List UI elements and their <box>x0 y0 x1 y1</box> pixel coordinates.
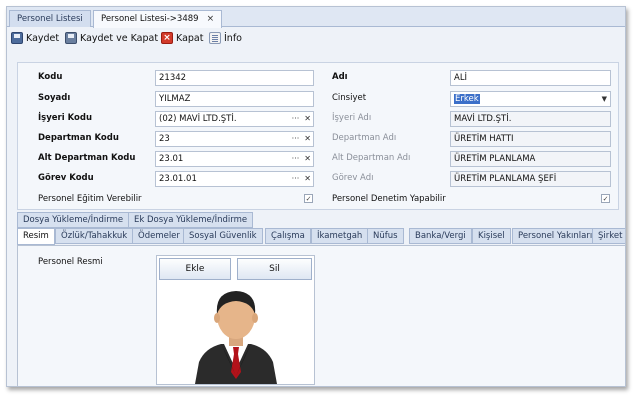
isyeri-kodu-field[interactable]: (02) MAVİ LTD.ŞTİ. ··· ✕ <box>155 111 314 127</box>
clear-x-icon[interactable]: ✕ <box>304 134 311 143</box>
kodu-label: Kodu <box>38 72 63 82</box>
alt-departman-adi-label: Alt Departman Adı <box>332 153 411 163</box>
close-button[interactable]: × Kapat <box>161 30 203 46</box>
add-photo-button[interactable]: Ekle <box>159 258 231 280</box>
doc-tab-personel-detail[interactable]: Personel Listesi->3489 × <box>93 10 223 28</box>
adi-value: ALİ <box>454 73 468 83</box>
gorev-adi-label: Görev Adı <box>332 173 374 183</box>
lookup-ellipsis-icon[interactable]: ··· <box>292 134 300 143</box>
info-button[interactable]: İnfo <box>209 30 242 46</box>
alt-departman-adi-field: ÜRETİM PLANLAMA <box>450 151 611 167</box>
cinsiyet-label: Cinsiyet <box>332 93 367 103</box>
personel-resmi-label: Personel Resmi <box>38 257 103 267</box>
lookup-ellipsis-icon[interactable]: ··· <box>292 174 300 183</box>
isyeri-adi-value: MAVİ LTD.ŞTİ. <box>454 114 512 124</box>
save-close-label: Kaydet ve Kapat <box>80 32 159 44</box>
departman-kodu-field[interactable]: 23 ··· ✕ <box>155 131 314 147</box>
tab-kisisel[interactable]: Kişisel <box>472 228 511 244</box>
egitim-verebilir-checkbox[interactable]: ✓ <box>304 194 313 203</box>
cinsiyet-select[interactable]: Erkek ▼ <box>450 91 611 107</box>
adi-label: Adı <box>332 72 348 82</box>
gorev-adi-value: ÜRETİM PLANLAMA ŞEFİ <box>454 174 557 184</box>
tab-nufus[interactable]: Nüfus <box>367 228 404 244</box>
alt-departman-kodu-label: Alt Departman Kodu <box>38 153 136 163</box>
save-and-close-button[interactable]: Kaydet ve Kapat <box>65 30 158 46</box>
document-info-icon <box>209 32 221 44</box>
gorev-kodu-value: 23.01.01 <box>159 174 197 184</box>
isyeri-kodu-label: İşyeri Kodu <box>38 113 93 123</box>
departman-kodu-label: Departman Kodu <box>38 133 119 143</box>
tab-odemeler[interactable]: Ödemeler <box>132 228 186 244</box>
save-close-icon <box>65 32 77 44</box>
tab-banka-vergi[interactable]: Banka/Vergi <box>409 228 472 244</box>
gorev-kodu-field[interactable]: 23.01.01 ··· ✕ <box>155 171 314 187</box>
close-label: Kapat <box>176 32 204 44</box>
chevron-down-icon[interactable]: ▼ <box>602 92 607 106</box>
isyeri-kodu-value: (02) MAVİ LTD.ŞTİ. <box>159 114 237 124</box>
doc-tab-label: Personel Listesi->3489 <box>101 14 199 24</box>
tab-ek-dosya-yukleme[interactable]: Ek Dosya Yükleme/İndirme <box>128 212 254 228</box>
isyeri-adi-label: İşyeri Adı <box>332 113 372 123</box>
alt-departman-adi-value: ÜRETİM PLANLAMA <box>454 154 536 164</box>
clear-x-icon[interactable]: ✕ <box>304 114 311 123</box>
egitim-verebilir-label: Personel Eğitim Verebilir <box>38 194 142 204</box>
doc-tab-label: Personel Listesi <box>17 14 83 24</box>
document-tabs: Personel Listesi Personel Listesi->3489 × <box>7 7 625 28</box>
departman-adi-field: ÜRETİM HATTI <box>450 131 611 147</box>
soyadi-label: Soyadı <box>38 93 71 103</box>
soyadi-field[interactable]: YILMAZ <box>155 91 314 107</box>
save-button[interactable]: Kaydet <box>11 30 59 46</box>
tab-sirket[interactable]: Şirket <box>592 228 625 244</box>
gorev-adi-field: ÜRETİM PLANLAMA ŞEFİ <box>450 171 611 187</box>
clear-x-icon[interactable]: ✕ <box>304 174 311 183</box>
tab-ikametgah[interactable]: İkametgah <box>311 228 369 244</box>
close-red-icon: × <box>161 32 173 44</box>
cinsiyet-value: Erkek <box>454 94 480 104</box>
info-label: İnfo <box>224 32 242 44</box>
isyeri-adi-field: MAVİ LTD.ŞTİ. <box>450 111 611 127</box>
denetim-yapabilir-checkbox[interactable]: ✓ <box>601 194 610 203</box>
tab-calisma[interactable]: Çalışma <box>265 228 311 244</box>
doc-tab-personel-listesi[interactable]: Personel Listesi <box>9 10 91 27</box>
photo-panel: Ekle Sil <box>156 255 315 385</box>
tab-personel-yakinlari[interactable]: Personel Yakınları <box>512 228 599 244</box>
floppy-disk-icon <box>11 32 23 44</box>
clear-x-icon[interactable]: ✕ <box>304 154 311 163</box>
resim-tab-content: Personel Resmi Ekle Sil <box>17 245 625 386</box>
toolbar: Kaydet Kaydet ve Kapat × Kapat İnfo <box>7 28 625 48</box>
tab-resim[interactable]: Resim <box>17 228 55 245</box>
departman-kodu-value: 23 <box>159 134 170 144</box>
denetim-yapabilir-label: Personel Denetim Yapabilir <box>332 194 446 204</box>
close-tab-icon[interactable]: × <box>207 14 215 24</box>
person-avatar-icon <box>195 291 277 384</box>
adi-field[interactable]: ALİ <box>450 70 611 86</box>
delete-photo-button[interactable]: Sil <box>237 258 312 280</box>
gorev-kodu-label: Görev Kodu <box>38 173 94 183</box>
personnel-form: Kodu 21342 Adı ALİ Soyadı YILMAZ Cinsiye… <box>17 62 619 210</box>
lookup-ellipsis-icon[interactable]: ··· <box>292 114 300 123</box>
departman-adi-label: Departman Adı <box>332 133 397 143</box>
tab-dosya-yukleme[interactable]: Dosya Yükleme/İndirme <box>17 212 130 228</box>
save-label: Kaydet <box>26 32 60 44</box>
tab-sosyal-guvenlik[interactable]: Sosyal Güvenlik <box>183 228 263 244</box>
tab-ozluk-tahakkuk[interactable]: Özlük/Tahakkuk <box>55 228 134 244</box>
kodu-field[interactable]: 21342 <box>155 70 314 86</box>
alt-departman-kodu-field[interactable]: 23.01 ··· ✕ <box>155 151 314 167</box>
lookup-ellipsis-icon[interactable]: ··· <box>292 154 300 163</box>
kodu-value: 21342 <box>159 73 187 83</box>
alt-departman-kodu-value: 23.01 <box>159 154 184 164</box>
form-window: Personel Listesi Personel Listesi->3489 ×… <box>6 6 626 387</box>
soyadi-value: YILMAZ <box>159 94 191 104</box>
departman-adi-value: ÜRETİM HATTI <box>454 134 514 144</box>
